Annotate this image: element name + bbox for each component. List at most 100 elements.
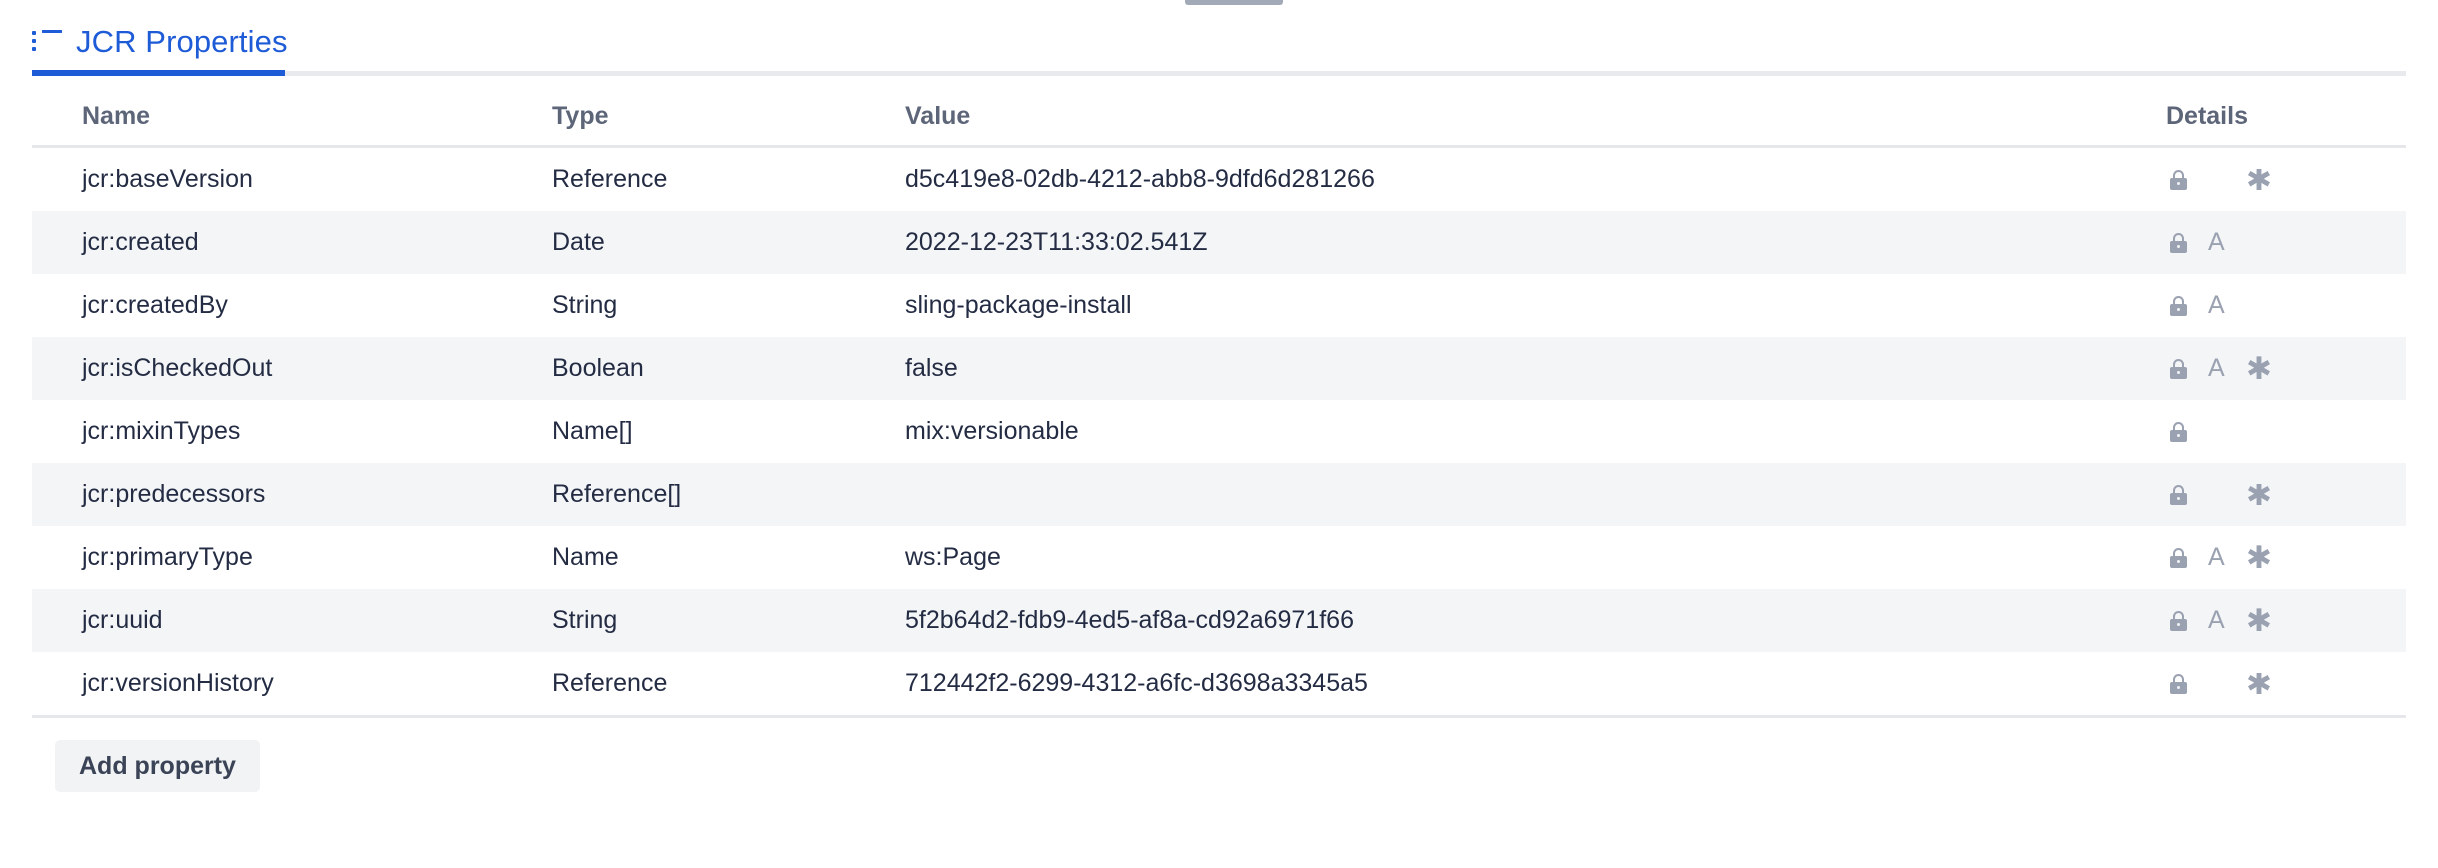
table-row[interactable]: jcr:versionHistory Reference 712442f2-6299…	[32, 652, 2406, 715]
details-slot-autocreated: A	[2208, 293, 2246, 318]
property-name-cell[interactable]: jcr:created	[32, 228, 552, 257]
details-slot-mandatory: ✱	[2246, 673, 2286, 695]
tab-underline-active	[32, 70, 285, 76]
details-slot-autocreated: A	[2208, 356, 2246, 381]
letter-a-icon[interactable]: A	[2208, 608, 2225, 633]
property-type-cell: Reference[]	[552, 480, 682, 508]
property-type-cell: Reference	[552, 669, 668, 697]
property-value-cell[interactable]: false	[905, 354, 2166, 383]
property-name-cell[interactable]: jcr:baseVersion	[32, 165, 552, 194]
lock-icon[interactable]	[2170, 295, 2187, 316]
property-name: jcr:baseVersion	[82, 165, 253, 193]
property-name: jcr:createdBy	[82, 291, 228, 319]
table-body: jcr:baseVersion Reference d5c419e8-02db-42…	[32, 148, 2406, 715]
details-icon-group: A ✱	[2166, 356, 2406, 381]
details-slot-lock	[2170, 484, 2208, 505]
property-value-cell[interactable]: d5c419e8-02db-4212-abb8-9dfd6d281266	[905, 165, 2166, 194]
tab-underline-track	[32, 71, 2406, 76]
details-icon-group: A ✱	[2166, 545, 2406, 570]
details-icon-group: ✱	[2166, 484, 2406, 506]
asterisk-icon[interactable]: ✱	[2246, 608, 2272, 633]
details-icon-group	[2166, 421, 2406, 442]
details-icon-group: A	[2166, 293, 2406, 318]
lock-icon[interactable]	[2170, 421, 2187, 442]
property-value-cell[interactable]: sling-package-install	[905, 291, 2166, 320]
lock-icon[interactable]	[2170, 358, 2187, 379]
letter-a-icon[interactable]: A	[2208, 293, 2225, 318]
table-header-row: Name Type Value Details	[32, 88, 2406, 148]
letter-a-icon[interactable]: A	[2208, 230, 2225, 255]
property-name-cell[interactable]: jcr:mixinTypes	[32, 417, 552, 446]
details-slot-lock	[2170, 547, 2208, 568]
tab-jcr-properties[interactable]: JCR Properties	[32, 18, 292, 66]
table-row[interactable]: jcr:isCheckedOut Boolean false A ✱	[32, 337, 2406, 400]
details-slot-autocreated: A	[2208, 230, 2246, 255]
property-value-cell[interactable]: 712442f2-6299-4312-a6fc-d3698a3345a5	[905, 669, 2166, 698]
asterisk-icon[interactable]: ✱	[2246, 356, 2272, 381]
asterisk-icon[interactable]: ✱	[2246, 484, 2272, 506]
property-details-cell: ✱	[2166, 673, 2406, 695]
property-name: jcr:mixinTypes	[82, 417, 241, 445]
property-name-cell[interactable]: jcr:primaryType	[32, 543, 552, 572]
table-row[interactable]: jcr:primaryType Name ws:Page A ✱	[32, 526, 2406, 589]
column-header-value: Value	[905, 102, 971, 130]
property-type-cell: String	[552, 606, 618, 634]
lock-icon[interactable]	[2170, 169, 2187, 190]
table-row[interactable]: jcr:baseVersion Reference d5c419e8-02db-42…	[32, 148, 2406, 211]
details-icon-group: A ✱	[2166, 608, 2406, 633]
details-slot-mandatory: ✱	[2246, 484, 2286, 506]
property-type-cell: Reference	[552, 165, 668, 193]
lock-icon[interactable]	[2170, 232, 2187, 253]
property-name-cell[interactable]: jcr:versionHistory	[32, 669, 552, 698]
property-details-cell: A ✱	[2166, 608, 2406, 633]
asterisk-icon[interactable]: ✱	[2246, 545, 2272, 570]
details-slot-lock	[2170, 295, 2208, 316]
details-slot-autocreated: A	[2208, 545, 2246, 570]
table-row[interactable]: jcr:mixinTypes Name[] mix:versionable	[32, 400, 2406, 463]
details-slot-lock	[2170, 610, 2208, 631]
lock-icon[interactable]	[2170, 547, 2187, 568]
table-row[interactable]: jcr:createdBy String sling-package-install…	[32, 274, 2406, 337]
property-type-cell: Name[]	[552, 417, 633, 445]
property-type-cell: String	[552, 291, 618, 319]
jcr-properties-panel: JCR Properties Name Type Value Details j…	[0, 0, 2438, 868]
lock-icon[interactable]	[2170, 673, 2187, 694]
lock-icon[interactable]	[2170, 484, 2187, 505]
table-row[interactable]: jcr:predecessors Reference[] ✱	[32, 463, 2406, 526]
details-slot-lock	[2170, 421, 2208, 442]
property-details-cell	[2166, 421, 2406, 442]
asterisk-icon[interactable]: ✱	[2246, 673, 2272, 695]
property-name: jcr:isCheckedOut	[82, 354, 273, 382]
letter-a-icon[interactable]: A	[2208, 545, 2225, 570]
property-name-cell[interactable]: jcr:predecessors	[32, 480, 552, 509]
lock-icon[interactable]	[2170, 610, 2187, 631]
property-value-cell[interactable]: 5f2b64d2-fdb9-4ed5-af8a-cd92a6971f66	[905, 606, 2166, 635]
details-slot-mandatory: ✱	[2246, 356, 2286, 381]
property-name: jcr:predecessors	[82, 480, 266, 508]
asterisk-icon[interactable]: ✱	[2246, 169, 2272, 191]
property-value-cell[interactable]: mix:versionable	[905, 417, 2166, 446]
table-row[interactable]: jcr:uuid String 5f2b64d2-fdb9-4ed5-af8a-cd…	[32, 589, 2406, 652]
property-value-cell[interactable]: ws:Page	[905, 543, 2166, 572]
details-slot-lock	[2170, 358, 2208, 379]
property-name-cell[interactable]: jcr:uuid	[32, 606, 552, 635]
property-name: jcr:created	[82, 228, 199, 256]
property-name-cell[interactable]: jcr:isCheckedOut	[32, 354, 552, 383]
column-header-details: Details	[2166, 102, 2248, 130]
details-slot-lock	[2170, 169, 2208, 190]
property-name-cell[interactable]: jcr:createdBy	[32, 291, 552, 320]
add-property-button[interactable]: Add property	[55, 740, 260, 792]
tab-label: JCR Properties	[76, 24, 288, 59]
details-slot-mandatory: ✱	[2246, 608, 2286, 633]
property-details-cell: A	[2166, 230, 2406, 255]
letter-a-icon[interactable]: A	[2208, 356, 2225, 381]
property-value-cell[interactable]: 2022-12-23T11:33:02.541Z	[905, 228, 2166, 257]
tab-bar: JCR Properties	[32, 18, 2406, 76]
list-icon	[32, 30, 62, 54]
jcr-properties-table: Name Type Value Details jcr:baseVersion R…	[32, 88, 2406, 718]
property-details-cell: ✱	[2166, 484, 2406, 506]
details-slot-mandatory: ✱	[2246, 169, 2286, 191]
panel-drag-handle[interactable]	[1185, 0, 1283, 5]
property-details-cell: A ✱	[2166, 545, 2406, 570]
table-row[interactable]: jcr:created Date 2022-12-23T11:33:02.541Z A	[32, 211, 2406, 274]
